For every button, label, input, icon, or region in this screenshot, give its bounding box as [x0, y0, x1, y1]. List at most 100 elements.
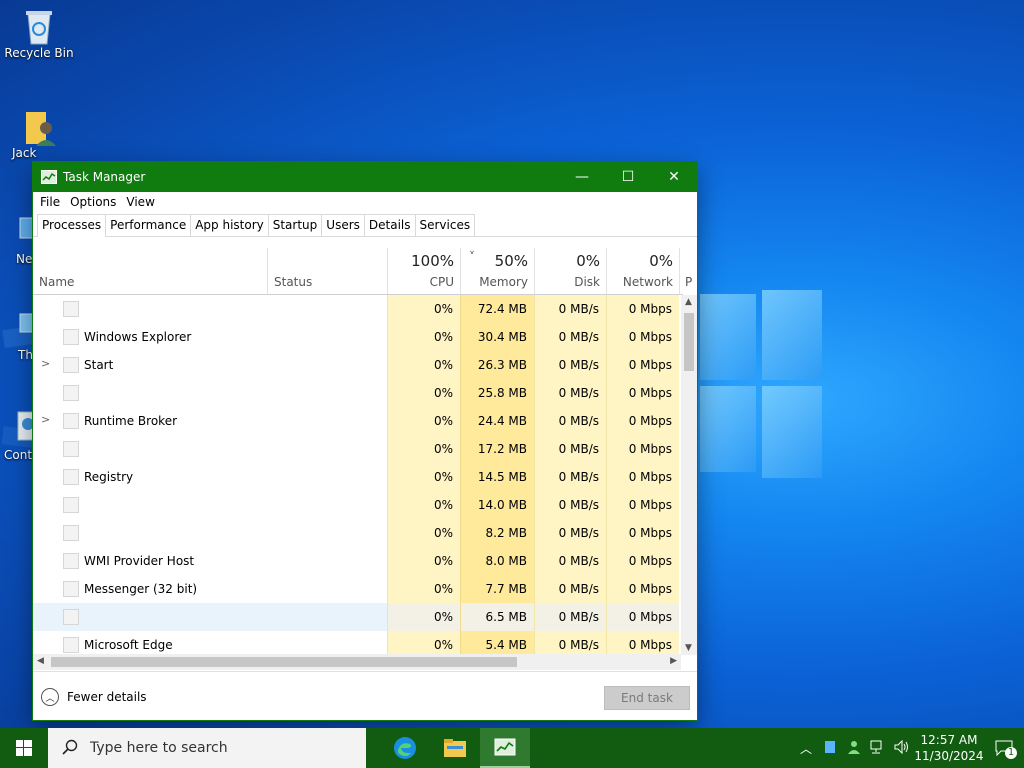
tab-processes[interactable]: Processes [37, 214, 107, 237]
column-disk[interactable]: 0% Disk [535, 248, 606, 294]
process-row[interactable]: 0% 72.4 MB 0 MB/s 0 Mbps [33, 295, 679, 323]
process-disk: 0 MB/s [534, 435, 606, 463]
column-cpu-label: CPU [429, 275, 454, 289]
process-icon [63, 441, 79, 457]
menu-view[interactable]: View [121, 195, 159, 209]
process-disk: 0 MB/s [534, 295, 606, 323]
memory-total-percent: 50% [494, 252, 528, 270]
process-network: 0 Mbps [606, 323, 679, 351]
taskbar-file-explorer[interactable] [430, 728, 480, 768]
tab-details[interactable]: Details [363, 214, 416, 236]
process-row[interactable]: Messenger (32 bit) 0% 7.7 MB 0 MB/s 0 Mbps [33, 575, 679, 603]
process-row[interactable]: WMI Provider Host 0% 8.0 MB 0 MB/s 0 Mbps [33, 547, 679, 575]
process-row[interactable]: 0% 8.2 MB 0 MB/s 0 Mbps [33, 519, 679, 547]
volume-icon[interactable] [890, 739, 914, 757]
sort-descending-icon: ˅ [469, 250, 475, 264]
process-cpu: 0% [387, 519, 460, 547]
process-memory: 17.2 MB [460, 435, 534, 463]
desktop-icon-this-pc[interactable]: Th [0, 310, 36, 362]
process-network: 0 Mbps [606, 603, 679, 631]
process-cpu: 0% [387, 547, 460, 575]
column-network[interactable]: 0% Network [607, 248, 679, 294]
process-memory: 72.4 MB [460, 295, 534, 323]
process-row[interactable]: Registry 0% 14.5 MB 0 MB/s 0 Mbps [33, 463, 679, 491]
column-name[interactable]: Name [33, 248, 267, 294]
desktop-icon-label: Recycle Bin [4, 46, 74, 60]
column-status[interactable]: Status [268, 248, 387, 294]
process-row[interactable]: > Start 0% 26.3 MB 0 MB/s 0 Mbps [33, 351, 679, 379]
fewer-details-button[interactable]: ︿ Fewer details [41, 688, 147, 706]
process-row[interactable]: > Runtime Broker 0% 24.4 MB 0 MB/s 0 Mbps [33, 407, 679, 435]
process-name: Runtime Broker [84, 414, 178, 428]
column-memory-label: Memory [479, 275, 528, 289]
scroll-right-icon[interactable]: ▶ [670, 656, 677, 666]
menu-file[interactable]: File [35, 195, 65, 209]
column-power-partial[interactable]: P [683, 248, 697, 294]
horizontal-scroll-thumb[interactable] [51, 657, 517, 667]
process-row[interactable]: Windows Explorer 0% 30.4 MB 0 MB/s 0 Mbps [33, 323, 679, 351]
chevron-up-icon[interactable]: ︿ [794, 740, 818, 757]
minimize-button[interactable]: — [559, 162, 605, 192]
desktop-icon-network[interactable]: Ne [0, 214, 36, 266]
clock-date: 11/30/2024 [914, 749, 984, 763]
column-network-label: Network [622, 275, 673, 289]
network-icon[interactable] [866, 740, 890, 757]
process-row[interactable]: 0% 17.2 MB 0 MB/s 0 Mbps [33, 435, 679, 463]
menu-options[interactable]: Options [65, 195, 121, 209]
process-network: 0 Mbps [606, 519, 679, 547]
column-memory[interactable]: ˅ 50% Memory [461, 248, 534, 294]
tab-app-history[interactable]: App history [190, 214, 269, 236]
tray-app-icon[interactable] [818, 740, 842, 756]
process-row[interactable]: Microsoft Edge 0% 5.4 MB 0 MB/s 0 Mbps [33, 631, 679, 655]
tab-startup[interactable]: Startup [267, 214, 323, 236]
expand-chevron-icon[interactable]: > [41, 413, 50, 426]
process-cpu: 0% [387, 575, 460, 603]
title-bar[interactable]: Task Manager — ☐ ✕ [33, 162, 697, 192]
scroll-left-icon[interactable]: ◀ [37, 656, 44, 666]
window-title: Task Manager [63, 170, 146, 184]
process-row[interactable]: 0% 6.5 MB 0 MB/s 0 Mbps [33, 603, 679, 631]
process-row[interactable]: 0% 14.0 MB 0 MB/s 0 Mbps [33, 491, 679, 519]
column-header-row: Name Status 100% CPU ˅ 50% Memory 0% Dis… [33, 248, 692, 295]
task-manager-icon [41, 170, 57, 184]
desktop-icon-control-panel[interactable]: Contr [0, 410, 36, 462]
taskbar-task-manager[interactable] [480, 728, 530, 768]
clock[interactable]: 12:57 AM 11/30/2024 [914, 732, 984, 764]
process-network: 0 Mbps [606, 295, 679, 323]
footer: ︿ Fewer details End task [33, 671, 697, 721]
taskbar-search-box[interactable]: Type here to search [48, 728, 366, 768]
notification-icon: 1 [995, 740, 1017, 759]
disk-total-percent: 0% [576, 252, 600, 270]
process-network: 0 Mbps [606, 631, 679, 655]
taskbar-edge[interactable] [380, 728, 430, 768]
search-icon [62, 739, 78, 758]
notification-center-button[interactable]: 1 [984, 740, 1024, 759]
tab-services[interactable]: Services [414, 214, 476, 236]
vertical-scrollbar[interactable]: ▲ ▼ [681, 295, 697, 655]
scroll-up-icon[interactable]: ▲ [685, 297, 692, 307]
tab-performance[interactable]: Performance [105, 214, 192, 236]
process-cpu: 0% [387, 435, 460, 463]
vertical-scroll-thumb[interactable] [684, 313, 694, 371]
desktop-icon-user-folder[interactable]: Jack [0, 108, 78, 160]
column-cpu[interactable]: 100% CPU [388, 248, 460, 294]
maximize-button[interactable]: ☐ [605, 162, 651, 192]
process-cpu: 0% [387, 295, 460, 323]
desktop-icon-recycle-bin[interactable]: Recycle Bin [0, 8, 78, 60]
process-row[interactable]: 0% 25.8 MB 0 MB/s 0 Mbps [33, 379, 679, 407]
process-cpu: 0% [387, 379, 460, 407]
process-icon [63, 553, 79, 569]
expand-chevron-icon[interactable]: > [41, 357, 50, 370]
close-button[interactable]: ✕ [651, 162, 697, 192]
tab-users[interactable]: Users [321, 214, 365, 236]
horizontal-scrollbar[interactable]: ◀ ▶ [33, 654, 681, 670]
process-disk: 0 MB/s [534, 407, 606, 435]
end-task-button[interactable]: End task [604, 686, 690, 710]
process-cpu: 0% [387, 491, 460, 519]
network-total-percent: 0% [649, 252, 673, 270]
process-network: 0 Mbps [606, 491, 679, 519]
user-tray-icon[interactable] [842, 740, 866, 757]
start-button[interactable] [0, 728, 48, 768]
scroll-down-icon[interactable]: ▼ [685, 643, 692, 653]
process-icon [63, 581, 79, 597]
